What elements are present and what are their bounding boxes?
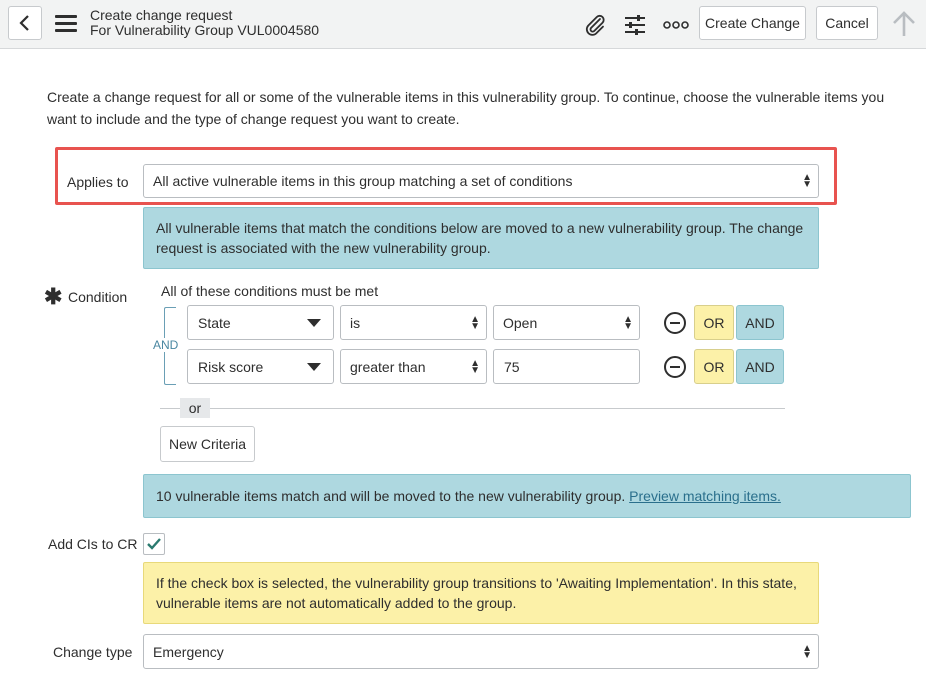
- back-button[interactable]: [8, 6, 42, 40]
- change-type-select[interactable]: Emergency ▲ ▼: [143, 634, 819, 669]
- condition-operator-select[interactable]: greater than ▲ ▼: [340, 349, 487, 384]
- condition-value-select[interactable]: Open ▲ ▼: [493, 305, 640, 340]
- select-updown-icon: ▲ ▼: [623, 313, 633, 332]
- preview-matching-link[interactable]: Preview matching items.: [629, 488, 781, 504]
- applies-to-info: All vulnerable items that match the cond…: [143, 207, 819, 269]
- applies-to-value: All active vulnerable items in this grou…: [153, 173, 573, 189]
- condition-label: Condition: [68, 289, 128, 305]
- condition-field-select[interactable]: Risk score: [187, 349, 334, 384]
- or-separator-label: or: [180, 398, 210, 418]
- chevron-left-icon: [19, 15, 29, 31]
- form-header: Create change request For Vulnerability …: [0, 0, 926, 49]
- form-subtitle: For Vulnerability Group VUL0004580: [90, 22, 320, 38]
- caret-down-icon: [307, 318, 321, 327]
- condition-value: Open: [503, 314, 538, 331]
- and-group-label: AND: [152, 338, 180, 352]
- change-type-value: Emergency: [153, 643, 224, 660]
- hamburger-menu-icon[interactable]: [55, 15, 77, 33]
- remove-condition-icon[interactable]: [664, 356, 686, 378]
- select-updown-icon: ▲ ▼: [802, 642, 812, 661]
- condition-field-select[interactable]: State: [187, 305, 334, 340]
- or-divider: [160, 408, 785, 409]
- intro-text: Create a change request for all or some …: [47, 89, 885, 127]
- add-cis-info: If the check box is selected, the vulner…: [143, 562, 819, 624]
- add-cis-label: Add CIs to CR: [48, 536, 138, 552]
- condition-operator-value: greater than: [350, 358, 426, 375]
- condition-field-value: Risk score: [198, 358, 264, 375]
- condition-header: All of these conditions must be met: [161, 283, 379, 299]
- caret-down-icon: [307, 362, 321, 371]
- paperclip-icon[interactable]: [582, 12, 608, 38]
- condition-field-value: State: [198, 314, 231, 331]
- condition-value-input[interactable]: 75: [493, 349, 640, 384]
- form-title: Create change request: [90, 7, 233, 23]
- more-options-icon[interactable]: [663, 12, 689, 38]
- applies-to-select[interactable]: All active vulnerable items in this grou…: [143, 164, 819, 198]
- and-button[interactable]: AND: [736, 305, 784, 340]
- new-criteria-button[interactable]: New Criteria: [160, 426, 255, 462]
- select-updown-icon: ▲ ▼: [802, 172, 812, 190]
- settings-sliders-icon[interactable]: [622, 12, 648, 38]
- and-button[interactable]: AND: [736, 349, 784, 384]
- change-type-label: Change type: [53, 644, 133, 660]
- mandatory-asterisk-icon: ✱: [44, 284, 63, 309]
- condition-operator-value: is: [350, 314, 361, 331]
- arrow-up-icon[interactable]: [891, 10, 917, 38]
- add-cis-checkbox[interactable]: [143, 533, 165, 555]
- match-info-text: 10 vulnerable items match and will be mo…: [156, 488, 626, 504]
- create-change-button[interactable]: Create Change: [699, 6, 806, 40]
- select-updown-icon: ▲ ▼: [470, 313, 480, 332]
- condition-operator-select[interactable]: is ▲ ▼: [340, 305, 487, 340]
- checkmark-icon: [147, 538, 161, 550]
- or-button[interactable]: OR: [694, 349, 734, 384]
- match-info: 10 vulnerable items match and will be mo…: [143, 474, 911, 518]
- select-updown-icon: ▲ ▼: [470, 357, 480, 376]
- or-button[interactable]: OR: [694, 305, 734, 340]
- condition-value: 75: [504, 358, 520, 375]
- applies-to-label: Applies to: [67, 174, 129, 190]
- cancel-button[interactable]: Cancel: [816, 6, 878, 40]
- remove-condition-icon[interactable]: [664, 312, 686, 334]
